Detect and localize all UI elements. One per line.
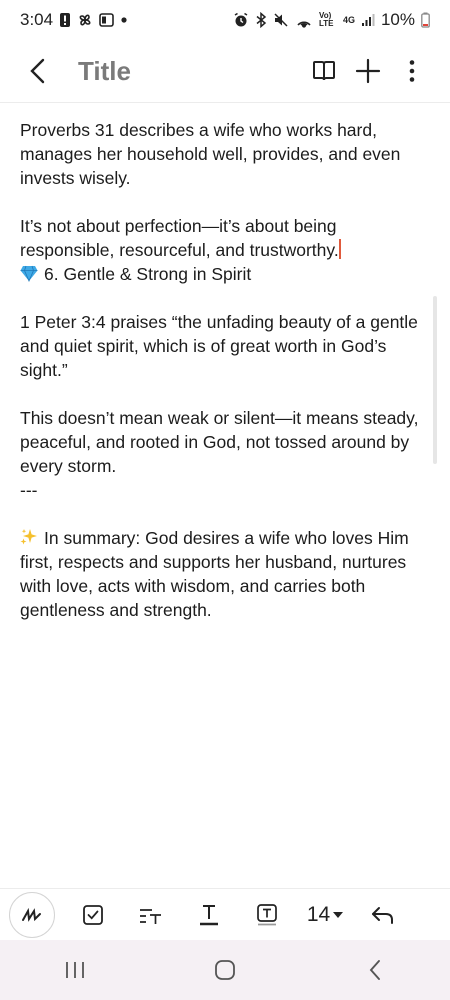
more-vertical-icon <box>409 60 415 82</box>
font-size-button[interactable]: 14 <box>296 889 354 941</box>
note-paragraph-1[interactable]: Proverbs 31 describes a wife who works h… <box>20 118 430 190</box>
undo-button[interactable] <box>354 889 412 941</box>
chevron-left-icon <box>369 960 380 980</box>
back-arrow-icon <box>30 58 45 84</box>
note-paragraph-3[interactable]: 1 Peter 3:4 praises “the unfading beauty… <box>20 310 430 382</box>
text-cursor <box>338 239 341 259</box>
gem-icon <box>20 265 38 282</box>
mute-icon <box>273 12 289 28</box>
undo-icon <box>372 906 393 924</box>
status-time: 3:04 <box>20 10 54 29</box>
system-nav-bar <box>0 940 450 1000</box>
dot-icon <box>120 16 128 24</box>
note-editor[interactable]: Proverbs 31 describes a wife who works h… <box>20 118 430 622</box>
handwriting-icon <box>22 907 41 922</box>
recent-apps-icon <box>66 962 84 978</box>
page-title[interactable]: Title <box>78 56 131 87</box>
pen-mode-item <box>0 889 64 941</box>
back-button[interactable] <box>16 49 60 93</box>
bluetooth-icon <box>255 12 267 28</box>
scrollbar-thumb[interactable] <box>433 296 437 464</box>
note-separator[interactable]: --- <box>20 478 430 502</box>
text-box-button[interactable] <box>238 889 296 941</box>
note-paragraph-2[interactable]: It’s not about perfection—it’s about bei… <box>20 214 430 262</box>
screen-icon <box>99 13 114 27</box>
paragraph-style-button[interactable] <box>122 889 180 941</box>
alert-icon <box>59 12 71 28</box>
formatting-toolbar: 14 <box>0 888 450 940</box>
status-left: 3:04 <box>20 10 128 30</box>
font-size-value: 14 <box>306 902 331 926</box>
checkbox-button[interactable] <box>64 889 122 941</box>
network-type: 4G <box>342 15 355 25</box>
checkbox-icon <box>83 904 103 925</box>
pen-mode-button[interactable] <box>9 891 55 938</box>
home-icon <box>215 960 235 980</box>
hotspot-icon <box>295 12 313 28</box>
battery-percent: 10% <box>380 10 415 29</box>
note-heading-6-text[interactable]: 6. Gentle & Strong in Spirit <box>44 264 251 284</box>
reading-mode-button[interactable] <box>302 49 346 93</box>
alarm-icon <box>233 12 249 28</box>
status-right: Vo) LTE 4G 10% <box>233 10 430 30</box>
add-button[interactable] <box>346 49 390 93</box>
signal-icon <box>361 13 375 27</box>
app-bar: Title <box>0 40 450 102</box>
battery-icon <box>421 12 430 28</box>
status-bar: 3:04 Vo) LTE 4G 10% <box>0 0 450 40</box>
note-paragraph-4[interactable]: This doesn’t mean weak or silent—it mean… <box>20 406 430 478</box>
dropdown-arrow-icon <box>333 911 344 918</box>
text-style-button[interactable] <box>180 889 238 941</box>
back-nav-button[interactable] <box>345 948 405 992</box>
note-heading-6[interactable]: 6. Gentle & Strong in Spirit <box>20 262 430 286</box>
text-underline-icon <box>200 904 218 925</box>
text-format-icon <box>140 908 161 924</box>
text-box-icon <box>257 903 277 925</box>
note-paragraph-5[interactable]: In summary: God desires a wife who loves… <box>20 526 430 622</box>
network-label: Vo) LTE <box>318 11 334 28</box>
pinwheel-icon <box>77 12 93 28</box>
note-paragraph-2-text[interactable]: It’s not about perfection—it’s about bei… <box>20 216 339 260</box>
header-divider <box>0 102 450 103</box>
sparkles-icon <box>20 529 37 545</box>
recent-apps-button[interactable] <box>45 948 105 992</box>
book-icon <box>313 61 335 81</box>
home-button[interactable] <box>195 948 255 992</box>
note-paragraph-5-text[interactable]: In summary: God desires a wife who loves… <box>20 528 409 620</box>
plus-icon <box>355 58 381 84</box>
more-options-button[interactable] <box>390 49 434 93</box>
